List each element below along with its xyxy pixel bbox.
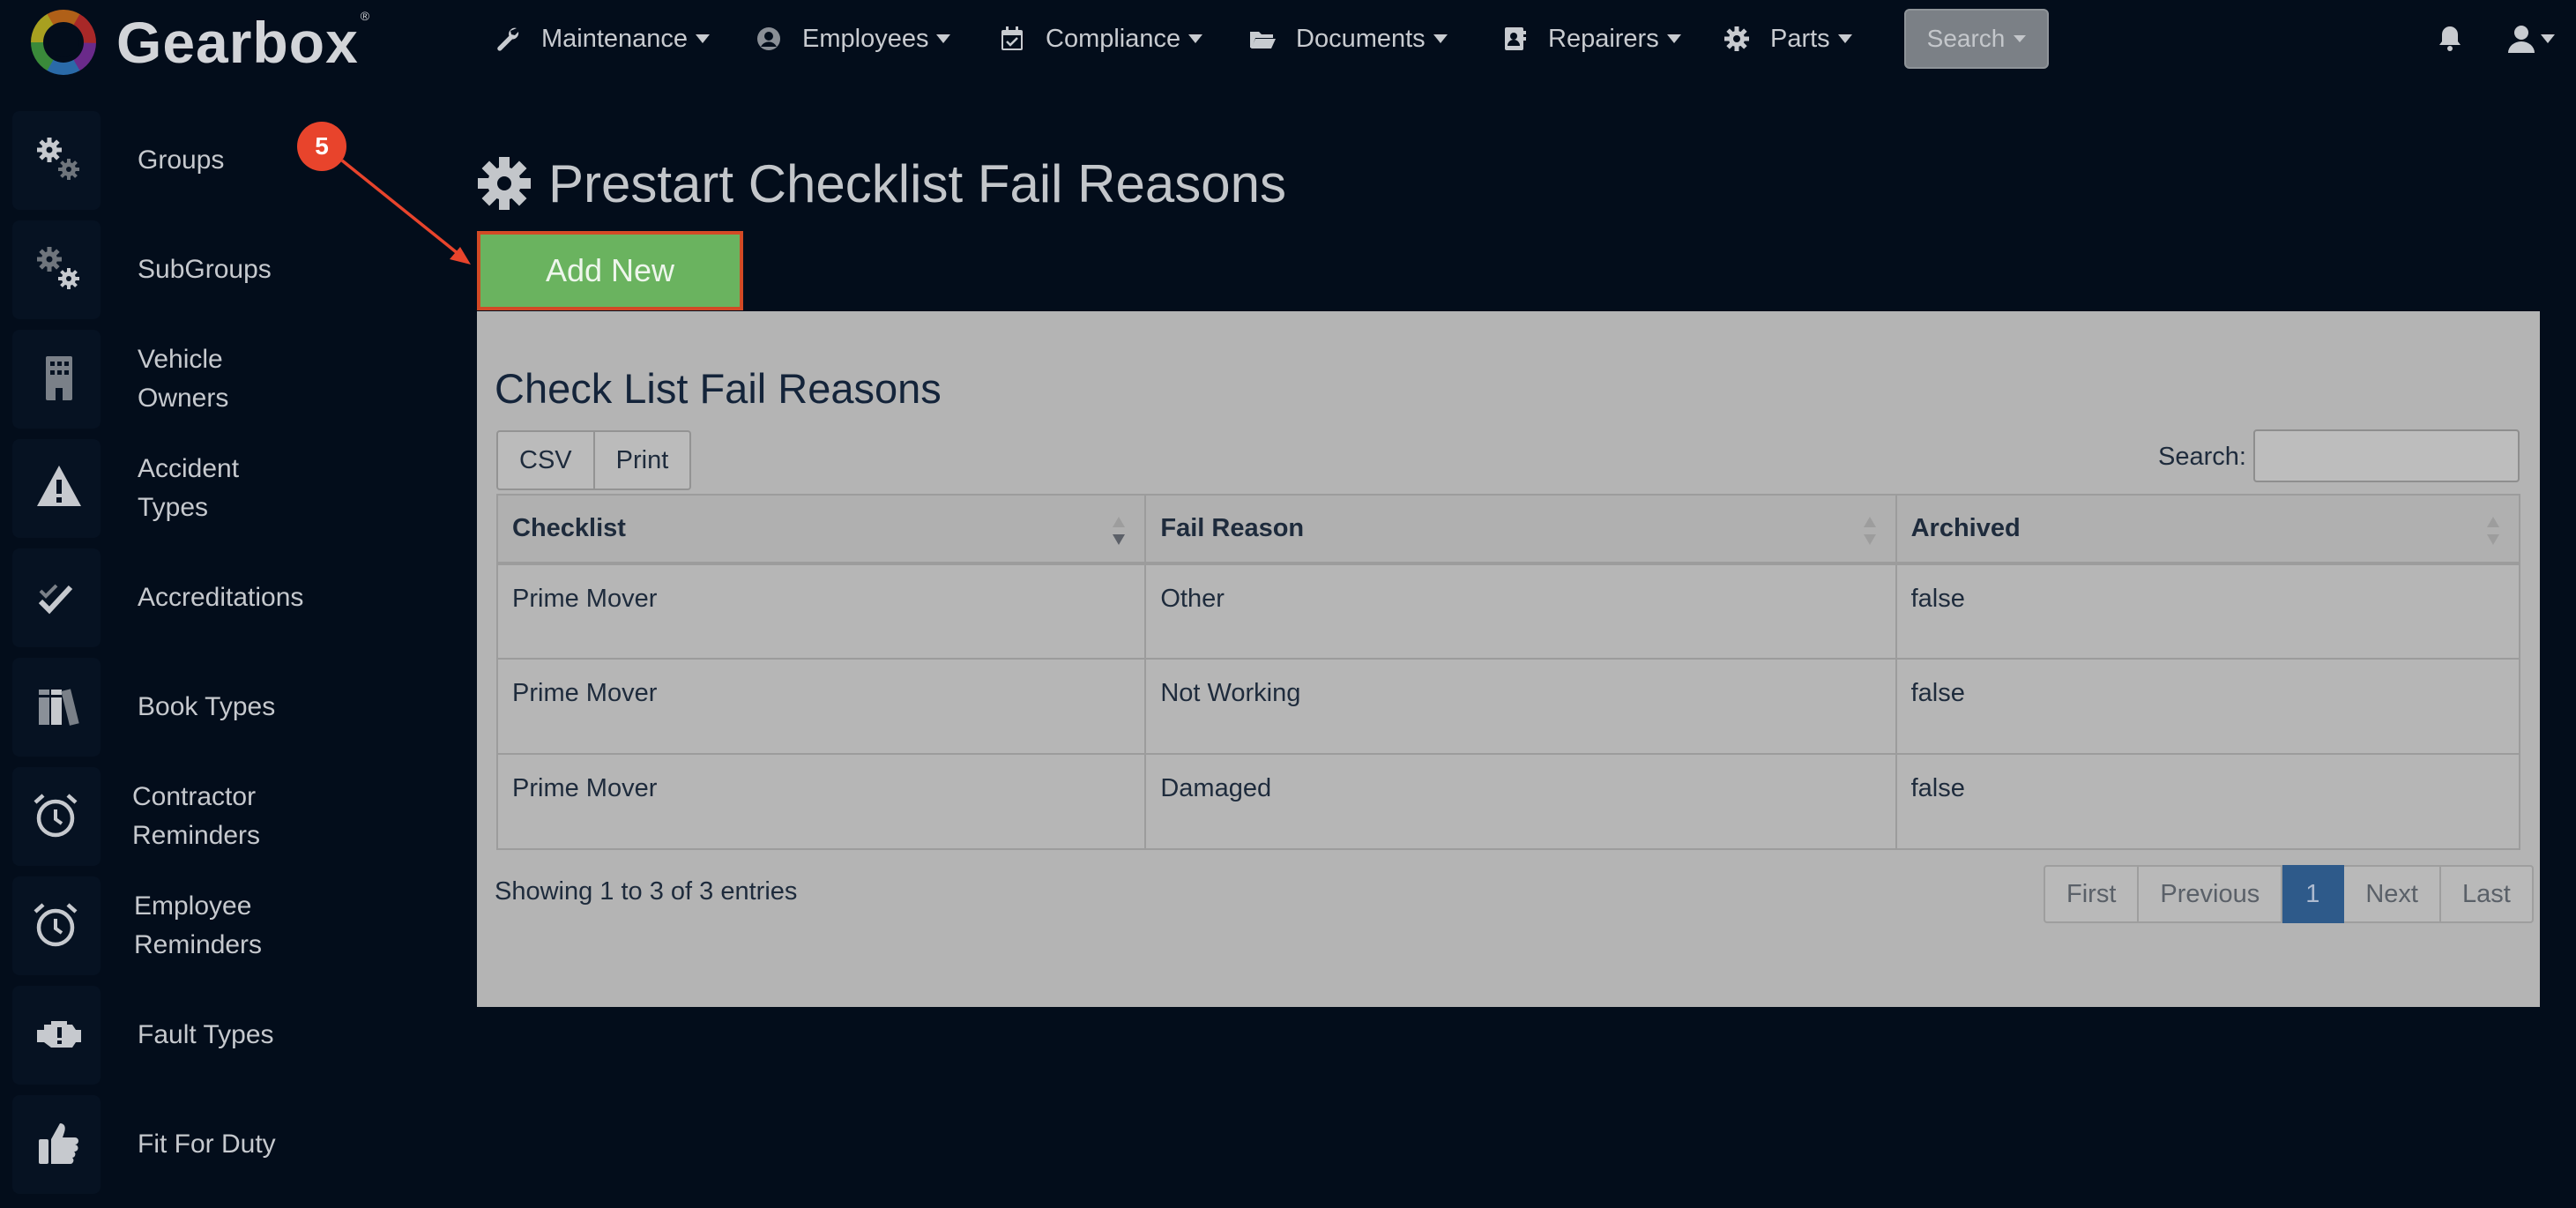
nav-employees[interactable]: Employees <box>755 19 951 58</box>
sidebar-item-subgroups[interactable]: SubGroups <box>0 215 300 324</box>
chevron-down-icon <box>1837 34 1852 43</box>
thumbs-up-icon <box>39 1123 78 1165</box>
pagination: First Previous 1 Next Last <box>2044 865 2534 923</box>
gear-icon <box>1724 26 1749 51</box>
chevron-down-icon <box>696 34 711 43</box>
annotation-arrow-icon <box>340 159 471 265</box>
gears-icon <box>37 138 79 180</box>
user-icon <box>2508 26 2535 53</box>
app-root: Gearbox ® Maintenance Employees Complianc… <box>0 0 2576 1208</box>
gearbox-logo-icon <box>31 10 96 75</box>
chevron-down-icon <box>1188 34 1203 43</box>
user-menu[interactable] <box>2505 21 2555 56</box>
sort-icon <box>1113 517 1126 547</box>
table-search-label: Search: <box>2158 442 2246 471</box>
cell-checklist: Prime Mover <box>495 753 1147 850</box>
table-row[interactable]: Prime Mover Damaged false <box>495 753 2521 850</box>
warning-icon <box>37 466 81 506</box>
cell-fail-reason: Not Working <box>1144 658 1897 755</box>
page-previous-button[interactable]: Previous <box>2139 865 2283 923</box>
sidebar-item-accreditations[interactable]: Accreditations <box>0 543 303 652</box>
sort-icon <box>2487 517 2499 547</box>
address-book-icon <box>1505 27 1526 50</box>
add-new-button[interactable]: Add New <box>477 231 743 310</box>
sort-icon <box>1863 517 1876 547</box>
table-row[interactable]: Prime Mover Other false <box>495 563 2521 660</box>
sidebar-item-groups[interactable]: Groups <box>0 106 300 215</box>
sidebar-item-fault-types[interactable]: Fault Types <box>0 981 300 1090</box>
sidebar-item-vehicle-owners[interactable]: Vehicle Owners <box>0 324 300 434</box>
brand-name: Gearbox ® <box>116 9 371 75</box>
panel-title: Check List Fail Reasons <box>495 365 942 412</box>
folder-open-icon <box>1250 32 1276 48</box>
page-next-button[interactable]: Next <box>2344 865 2441 923</box>
chevron-down-icon <box>1666 34 1681 43</box>
chevron-down-icon <box>2541 34 2555 43</box>
page-first-button[interactable]: First <box>2044 865 2140 923</box>
cell-archived: false <box>1895 753 2521 850</box>
chevron-down-icon <box>936 34 951 43</box>
export-button-group: CSV Print <box>496 430 692 490</box>
page-1-button[interactable]: 1 <box>2282 865 2345 923</box>
sidebar-item-employee-reminders[interactable]: Employee Reminders <box>0 871 300 981</box>
sidebar-item-book-types[interactable]: Book Types <box>0 652 300 762</box>
sidebar-item-accident-types[interactable]: Accident Types <box>0 434 300 543</box>
gear-icon <box>478 157 531 210</box>
cell-archived: false <box>1895 658 2521 755</box>
user-circle-icon <box>757 27 780 50</box>
gears-icon <box>37 247 79 289</box>
alarm-clock-icon <box>34 794 78 838</box>
column-header-archived[interactable]: Archived <box>1895 494 2521 565</box>
sidebar-item-contractor-reminders[interactable]: Contractor Reminders <box>0 762 300 871</box>
nav-search-button[interactable]: Search <box>1904 9 2049 69</box>
table-search-input[interactable] <box>2253 429 2520 482</box>
brand[interactable]: Gearbox ® <box>28 7 370 78</box>
nav-parts[interactable]: Parts <box>1723 19 1852 58</box>
cell-fail-reason: Other <box>1144 563 1897 660</box>
sidebar-item-fit-for-duty[interactable]: Fit For Duty <box>0 1090 300 1199</box>
chevron-down-icon <box>2014 35 2027 42</box>
table-header-row: Checklist Fail Reason Archived <box>495 494 2521 565</box>
chevron-down-icon <box>1433 34 1448 43</box>
wrench-icon <box>497 27 519 51</box>
table-info: Showing 1 to 3 of 3 entries <box>495 877 798 906</box>
page-title: Prestart Checklist Fail Reasons <box>476 148 1286 219</box>
content-panel: Check List Fail Reasons CSV Print Search… <box>477 311 2540 1007</box>
engine-warning-icon <box>37 1021 81 1048</box>
books-icon <box>39 689 79 726</box>
nav-repairers[interactable]: Repairers <box>1500 19 1681 58</box>
cell-checklist: Prime Mover <box>495 563 1147 660</box>
building-icon <box>46 356 72 400</box>
check-icon <box>38 584 73 615</box>
column-header-fail-reason[interactable]: Fail Reason <box>1144 494 1897 565</box>
calendar-check-icon <box>1001 26 1023 50</box>
cell-archived: false <box>1895 563 2521 660</box>
cell-checklist: Prime Mover <box>495 658 1147 755</box>
nav-maintenance[interactable]: Maintenance <box>494 19 711 58</box>
top-navbar: Gearbox ® Maintenance Employees Complianc… <box>0 0 2576 78</box>
table-row[interactable]: Prime Mover Not Working false <box>495 658 2521 755</box>
print-button[interactable]: Print <box>594 430 692 490</box>
nav-compliance[interactable]: Compliance <box>998 19 1203 58</box>
fail-reasons-table: Checklist Fail Reason Archived Prime Mov… <box>495 494 2521 850</box>
cell-fail-reason: Damaged <box>1144 753 1897 850</box>
csv-button[interactable]: CSV <box>496 430 595 490</box>
bell-icon[interactable] <box>2435 23 2465 53</box>
nav-documents[interactable]: Documents <box>1248 19 1448 58</box>
alarm-clock-icon <box>34 903 78 947</box>
page-last-button[interactable]: Last <box>2440 865 2534 923</box>
column-header-checklist[interactable]: Checklist <box>495 494 1147 565</box>
